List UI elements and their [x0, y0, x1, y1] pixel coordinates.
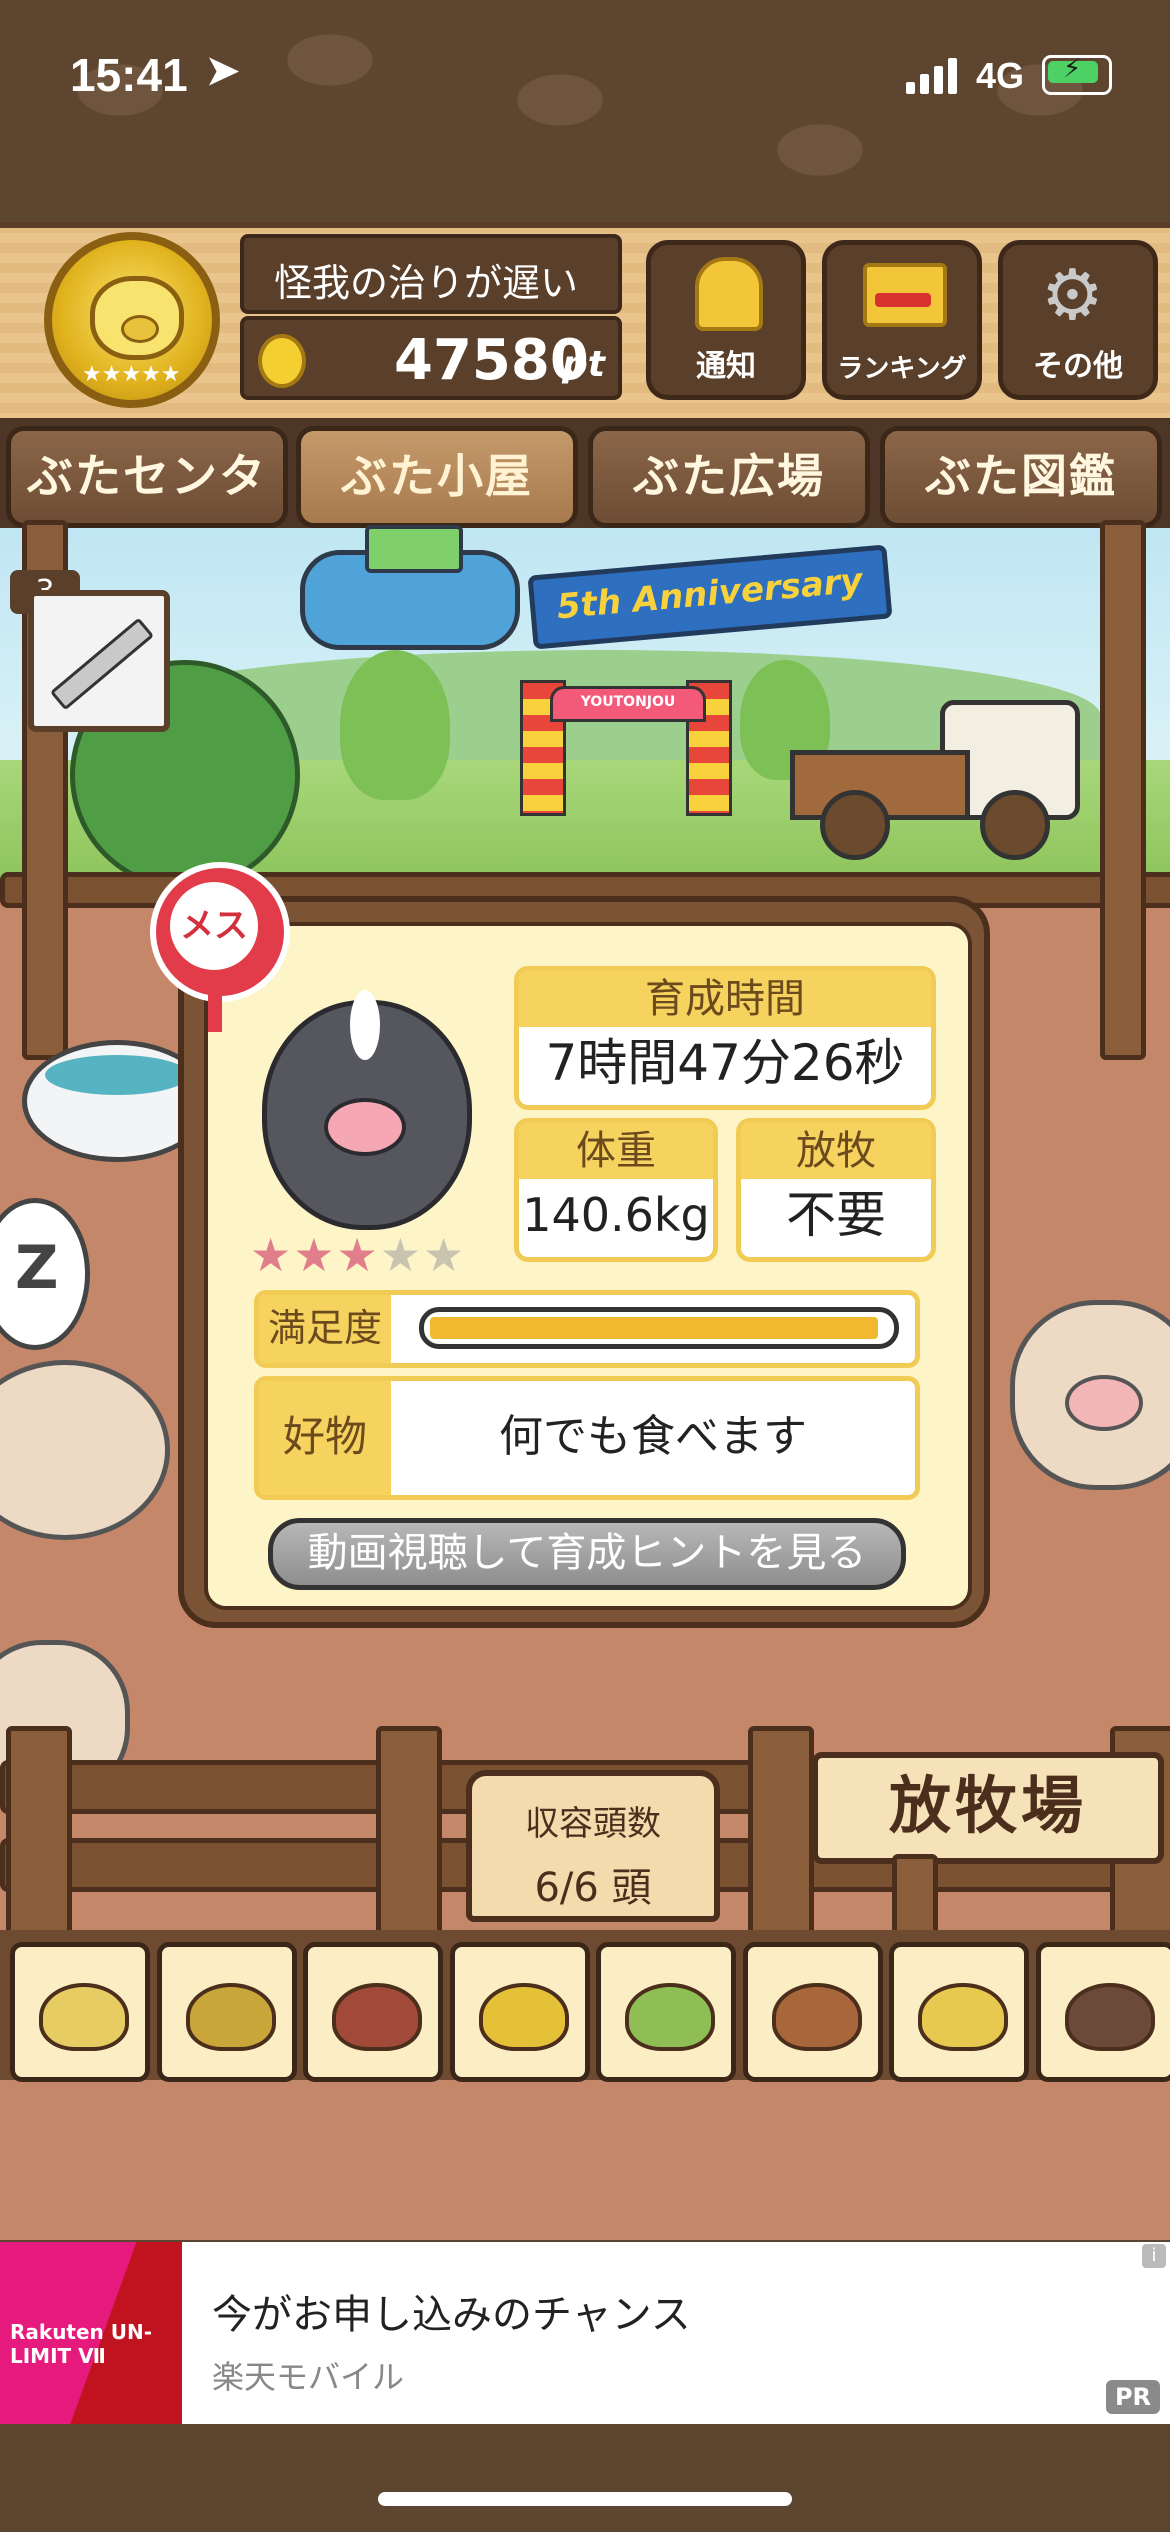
star-empty-icon: ★ [379, 1228, 423, 1282]
ad-banner[interactable]: Rakuten UN-LIMIT Ⅶ 今がお申し込みのチャンス 楽天モバイル i… [0, 2242, 1170, 2424]
tab-buta-zukan[interactable]: ぶた図鑑 [880, 426, 1162, 528]
syringe-icon [49, 617, 155, 711]
growth-time-label: 育成時間 [519, 971, 931, 1027]
player-title: 怪我の治りが遅い [274, 261, 579, 305]
feed-slot-6[interactable] [742, 1942, 883, 2082]
feed-slot-3[interactable] [303, 1942, 443, 2082]
gear-icon: ⚙ [1041, 254, 1104, 336]
battery-icon: ⚡ [1042, 54, 1112, 95]
feed-slot-8[interactable] [1035, 1942, 1170, 2082]
points-unit: pt [562, 344, 605, 385]
feed-slot-1[interactable] [10, 1942, 150, 2082]
grazing-box: 放牧 不要 [736, 1118, 936, 1262]
status-time: 15:41 [70, 49, 188, 101]
tree [340, 650, 450, 800]
capacity-label: 収容頭数 [525, 1804, 661, 1844]
ad-headline[interactable]: 今がお申し込みのチャンス [212, 2282, 691, 2340]
capacity-value: 6/6 頭 [534, 1865, 652, 1911]
favorite-value: 何でも食べます [499, 1411, 807, 1462]
syringe-item-button[interactable] [28, 590, 170, 732]
ad-brand-logo: Rakuten UN-LIMIT Ⅶ [10, 2320, 153, 2368]
grazing-label: 放牧 [741, 1123, 931, 1179]
feed-slot-7[interactable] [889, 1942, 1029, 2082]
fence-post [376, 1726, 442, 1956]
ad-logo[interactable]: Rakuten UN-LIMIT Ⅶ [0, 2242, 182, 2424]
tab-buta-center[interactable]: ぶたセンター [6, 426, 288, 593]
fence-post [748, 1726, 814, 1956]
points-plate: 47580 pt [240, 316, 622, 400]
ranking-button[interactable]: ランキング [822, 240, 982, 400]
title-plate: 怪我の治りが遅い [240, 234, 622, 314]
star-filled-icon: ★ [336, 1228, 380, 1282]
other-button[interactable]: ⚙ その他 [998, 240, 1158, 400]
ranking-label: ランキング [837, 354, 967, 384]
airplane-icon [300, 525, 520, 650]
growth-time-box: 育成時間 7時間47分26秒 [514, 966, 936, 1110]
satisfaction-gauge [419, 1307, 899, 1349]
network-label: 4G [976, 55, 1025, 96]
points-value: 47580 [394, 328, 589, 393]
feed-icon [771, 1983, 862, 2051]
grazing-area-sign[interactable]: 放牧場 [812, 1752, 1164, 1864]
feed-icon [332, 1983, 422, 2051]
feed-icon [918, 1983, 1008, 2051]
feed-icon [185, 1983, 276, 2051]
star-filled-icon: ★ [250, 1228, 294, 1282]
gate-sign: YOUTONJOU [580, 694, 676, 710]
location-icon: ➤ [206, 49, 240, 93]
park-gate: YOUTONJOU [520, 660, 732, 816]
feed-slot-2[interactable] [156, 1942, 297, 2082]
feed-slot-4[interactable] [449, 1942, 590, 2082]
home-indicator[interactable] [378, 2492, 792, 2506]
tab-buta-koya[interactable]: ぶた小屋 [296, 426, 578, 528]
weight-box: 体重 140.6kg [514, 1118, 718, 1262]
satisfaction-label: 満足度 [259, 1295, 391, 1363]
feed-icon [478, 1983, 569, 2051]
ad-info-icon[interactable]: i [1142, 2244, 1166, 2268]
sleep-text: Z [15, 1233, 59, 1303]
feed-icon [39, 1983, 129, 2051]
weight-label: 体重 [519, 1123, 713, 1179]
pig-portrait [262, 960, 472, 1230]
bell-icon [695, 257, 763, 331]
fence-post [6, 1726, 72, 1956]
pig-right[interactable] [1010, 1300, 1170, 1490]
truck [790, 700, 1080, 860]
ad-sponsor: 楽天モバイル [212, 2358, 405, 2396]
signal-icon [906, 58, 962, 94]
grazing-area-text: 放牧場 [888, 1769, 1087, 1842]
satisfaction-row: 満足度 [254, 1290, 920, 1368]
capacity-sign: 収容頭数 6/6 頭 [466, 1770, 720, 1922]
favorite-row: 好物 何でも食べます [254, 1376, 920, 1500]
notification-button[interactable]: 通知 [646, 240, 806, 400]
rating-stars: ★★★★★ [250, 1228, 466, 1282]
feed-slot-5[interactable] [596, 1942, 736, 2082]
tab-buta-hiroba[interactable]: ぶた広場 [588, 426, 870, 528]
medal-stars-icon: ★★★★★ [82, 362, 181, 387]
female-icon [208, 992, 222, 1032]
growth-time-value: 7時間47分26秒 [545, 1034, 905, 1092]
pig-face-icon [90, 276, 184, 360]
favorite-label: 好物 [259, 1381, 391, 1495]
star-empty-icon: ★ [423, 1228, 467, 1282]
notification-label: 通知 [696, 349, 756, 384]
crown-icon [863, 263, 947, 327]
bottom-background [0, 2424, 1170, 2532]
feed-icon [1064, 1983, 1155, 2051]
watch-video-hint-button[interactable]: 動画視聴して育成ヒントを見る [268, 1518, 906, 1590]
fence-post [1100, 520, 1146, 1060]
pig-snout [324, 1098, 406, 1156]
feed-icon [625, 1983, 715, 2051]
satisfaction-fill [430, 1317, 878, 1339]
ad-pr-badge: PR [1106, 2380, 1160, 2414]
top-background [0, 0, 1170, 225]
grazing-value: 不要 [786, 1186, 886, 1244]
other-label: その他 [1033, 349, 1123, 384]
gender-text: メス [180, 906, 248, 946]
star-filled-icon: ★ [293, 1228, 337, 1282]
rank-medal-icon[interactable]: ★★★★★ [44, 232, 220, 408]
coin-icon [258, 334, 306, 388]
weight-value: 140.6kg [522, 1188, 710, 1242]
